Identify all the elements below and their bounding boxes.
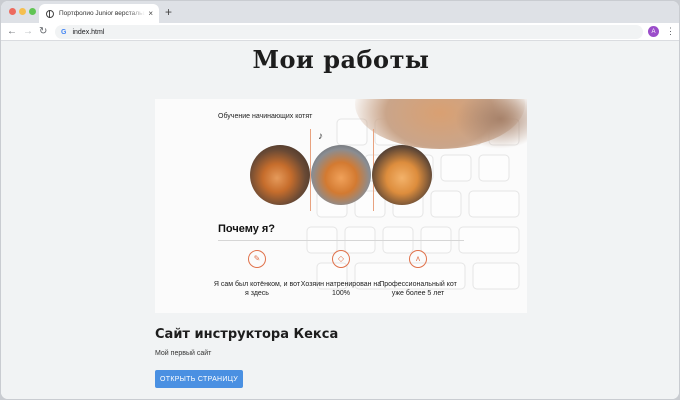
reload-icon[interactable]: ↻ — [39, 25, 47, 39]
tab-title: Портфолио Junior верстальщика — [59, 10, 145, 17]
feature-text: Я сам был котёнком, и вот я здесь — [213, 281, 301, 297]
fish-icon: ◇ — [332, 250, 350, 268]
page-title: Мои работы — [252, 45, 430, 74]
url-text: index.html — [72, 28, 105, 36]
browser-toolbar: ← → ↻ G index.html A ⋮ — [1, 23, 679, 41]
preview-divider-line — [218, 240, 464, 241]
menu-kebab-icon[interactable]: ⋮ — [666, 25, 675, 37]
preview-heading: Почему я? — [218, 223, 276, 235]
paw-icon: ✎ — [248, 250, 266, 268]
kitten-photo — [311, 145, 371, 205]
new-tab-button[interactable]: + — [165, 5, 172, 19]
profile-avatar[interactable]: A — [648, 26, 659, 37]
preview-kicker: Обучение начинающих котят — [218, 113, 313, 120]
project-title: Сайт инструктора Кекса — [155, 327, 339, 342]
back-arrow-icon[interactable]: ← — [7, 25, 17, 39]
address-bar[interactable]: G index.html — [55, 25, 643, 39]
kitten-photo — [372, 145, 432, 205]
tab-close-icon[interactable]: × — [148, 9, 153, 18]
open-page-button[interactable]: ОТКРЫТЬ СТРАНИЦУ — [155, 370, 243, 388]
wand-icon: ♪ — [318, 131, 323, 142]
forward-arrow-icon[interactable]: → — [23, 25, 33, 39]
globe-icon — [46, 9, 54, 18]
close-window-button[interactable] — [9, 8, 16, 15]
kitten-photo — [250, 145, 310, 205]
minimize-window-button[interactable] — [19, 8, 26, 15]
tab-strip: Портфолио Junior верстальщика × + — [1, 1, 679, 23]
project-subtitle: Мой первый сайт — [155, 350, 212, 357]
project-preview-image: Обучение начинающих котят ♪ Почему я? ✎ … — [155, 99, 527, 313]
browser-tab[interactable]: Портфолио Junior верстальщика × — [39, 4, 159, 23]
page-content: Мои работы Обучение начинающих котят ♪ П… — [1, 41, 679, 399]
maximize-window-button[interactable] — [29, 8, 36, 15]
browser-window: Портфолио Junior верстальщика × + ← → ↻ … — [0, 0, 680, 400]
cat-face-icon: ʌ — [409, 250, 427, 268]
google-icon: G — [61, 28, 67, 36]
feature-text: Профессиональный кот уже более 5 лет — [379, 281, 457, 297]
